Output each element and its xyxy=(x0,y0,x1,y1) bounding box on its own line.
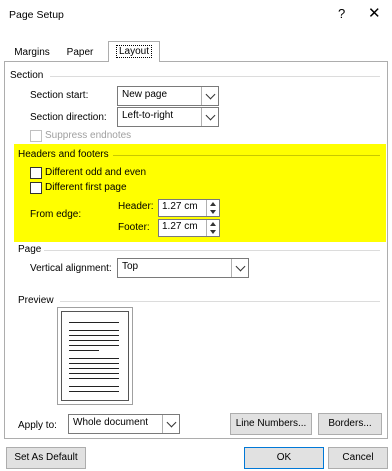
close-icon[interactable]: ✕ xyxy=(368,4,381,22)
headers-footers-divider xyxy=(113,155,380,156)
spin-up-icon[interactable] xyxy=(210,222,216,226)
tab-margins[interactable]: Margins xyxy=(8,45,56,61)
spin-down-icon[interactable] xyxy=(210,210,216,214)
chevron-down-icon xyxy=(201,108,218,126)
section-start-dropdown[interactable]: New page xyxy=(117,86,219,106)
page-divider xyxy=(44,250,380,251)
header-label: Header: xyxy=(118,201,154,212)
chevron-down-icon xyxy=(162,415,179,433)
footer-spin-buttons[interactable] xyxy=(206,220,219,236)
section-direction-label: Section direction: xyxy=(30,112,107,123)
odd-even-checkbox[interactable] xyxy=(30,167,42,179)
apply-to-value: Whole document xyxy=(73,417,149,428)
first-page-checkbox[interactable] xyxy=(30,182,42,194)
headers-footers-group-title: Headers and footers xyxy=(18,149,109,160)
header-spin-buttons[interactable] xyxy=(206,200,219,216)
footer-value: 1.27 cm xyxy=(162,221,198,232)
preview-page xyxy=(61,311,129,401)
preview-line xyxy=(69,358,119,359)
line-numbers-button[interactable]: Line Numbers... xyxy=(230,413,312,435)
preview-line xyxy=(69,363,119,364)
section-start-label: Section start: xyxy=(30,90,89,101)
cancel-button[interactable]: Cancel xyxy=(328,447,388,469)
section-group-title: Section xyxy=(10,70,44,81)
preview-line xyxy=(69,322,119,323)
tab-layout[interactable]: Layout xyxy=(108,41,160,62)
first-page-label: Different first page xyxy=(45,182,127,193)
help-icon[interactable]: ? xyxy=(338,6,345,21)
vertical-alignment-label: Vertical alignment: xyxy=(30,263,112,274)
from-edge-label: From edge: xyxy=(30,209,82,220)
preview-line xyxy=(69,340,119,341)
preview-line xyxy=(69,350,99,351)
preview-line xyxy=(69,373,119,374)
preview-line xyxy=(69,345,119,346)
chevron-down-icon xyxy=(231,259,248,277)
set-as-default-button[interactable]: Set As Default xyxy=(6,447,86,469)
chevron-down-icon xyxy=(201,87,218,105)
footer-label: Footer: xyxy=(118,222,150,233)
vertical-alignment-dropdown[interactable]: Top xyxy=(117,258,249,278)
section-start-value: New page xyxy=(122,89,168,100)
preview-line xyxy=(69,330,119,331)
preview-divider xyxy=(60,301,380,302)
apply-to-label: Apply to: xyxy=(18,420,57,431)
tab-margins-label: Margins xyxy=(14,47,50,58)
footer-spinner[interactable]: 1.27 cm xyxy=(158,219,220,237)
preview-line xyxy=(69,335,119,336)
vertical-alignment-value: Top xyxy=(122,261,139,272)
section-direction-value: Left-to-right xyxy=(122,110,174,121)
tab-paper-label: Paper xyxy=(66,47,94,58)
preview-group-title: Preview xyxy=(18,295,54,306)
section-direction-dropdown[interactable]: Left-to-right xyxy=(117,107,219,127)
spin-up-icon[interactable] xyxy=(210,202,216,206)
tab-paper[interactable]: Paper xyxy=(58,45,102,61)
header-spinner[interactable]: 1.27 cm xyxy=(158,199,220,217)
tab-layout-label: Layout xyxy=(115,45,153,58)
dialog-title: Page Setup xyxy=(9,9,64,21)
suppress-endnotes-label: Suppress endnotes xyxy=(45,130,132,141)
section-divider xyxy=(50,76,380,77)
spin-down-icon[interactable] xyxy=(210,230,216,234)
preview-line xyxy=(69,378,119,379)
page-group-title: Page xyxy=(18,244,42,255)
odd-even-label: Different odd and even xyxy=(45,167,147,178)
preview-line xyxy=(69,391,119,392)
suppress-endnotes-checkbox[interactable] xyxy=(30,130,42,142)
preview-line xyxy=(69,368,119,369)
ok-button[interactable]: OK xyxy=(244,447,324,469)
preview-line xyxy=(69,386,119,387)
borders-button[interactable]: Borders... xyxy=(318,413,382,435)
header-value: 1.27 cm xyxy=(162,201,198,212)
apply-to-dropdown[interactable]: Whole document xyxy=(68,414,180,434)
